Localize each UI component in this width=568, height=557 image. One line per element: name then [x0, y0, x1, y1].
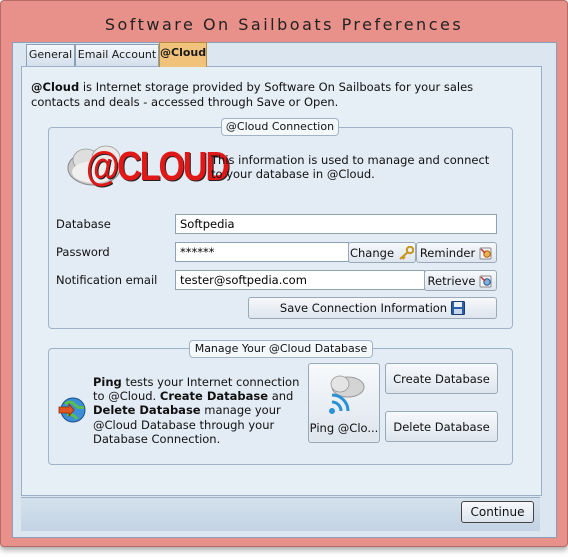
delete-database-button[interactable]: Delete Database	[385, 411, 498, 442]
retrieve-icon	[479, 275, 492, 287]
save-connection-label: Save Connection Information	[279, 301, 448, 315]
manage-info-text: Ping tests your Internet connection to @…	[93, 375, 300, 446]
ping-cloud-button[interactable]: Ping @Clo...	[308, 363, 380, 443]
save-connection-button[interactable]: Save Connection Information	[248, 297, 497, 319]
database-label: Database	[56, 217, 111, 231]
cloud-logo: @CLOUD	[64, 138, 230, 192]
database-field[interactable]: Softpedia	[175, 214, 497, 234]
reminder-button[interactable]: Reminder	[416, 242, 497, 263]
save-disk-icon	[451, 301, 466, 315]
cloud-wifi-icon	[329, 375, 365, 414]
cloud-logo-text: @CLOUD	[86, 144, 230, 190]
retrieve-label: Retrieve	[427, 273, 476, 288]
password-field[interactable]: ******	[175, 242, 349, 262]
cloud-connection-legend: @Cloud Connection	[221, 118, 339, 136]
ping-label: Ping @Clo...	[309, 421, 379, 435]
notification-email-field[interactable]: tester@softpedia.com	[175, 270, 425, 290]
create-database-button[interactable]: Create Database	[385, 363, 498, 394]
key-icon	[399, 245, 415, 260]
tab-general[interactable]: General	[26, 44, 75, 66]
manage-database-legend: Manage Your @Cloud Database	[189, 340, 373, 358]
notification-email-label: Notification email	[56, 273, 158, 287]
continue-button[interactable]: Continue	[461, 501, 534, 523]
reminder-icon	[479, 247, 492, 259]
change-label: Change	[349, 245, 395, 260]
window-title: Software On Sailboats Preferences	[104, 15, 464, 34]
password-label: Password	[56, 245, 110, 259]
globe-arrow-icon	[58, 397, 86, 423]
tab-cloud[interactable]: @Cloud	[159, 42, 207, 67]
connection-info-text: This information is used to manage and c…	[211, 153, 490, 181]
retrieve-button[interactable]: Retrieve	[424, 270, 497, 291]
reminder-label: Reminder	[419, 245, 476, 260]
tab-email-account[interactable]: Email Account	[75, 44, 159, 66]
intro-text: @Cloud is Internet storage provided by S…	[31, 80, 474, 109]
change-password-button[interactable]: Change	[348, 242, 416, 263]
